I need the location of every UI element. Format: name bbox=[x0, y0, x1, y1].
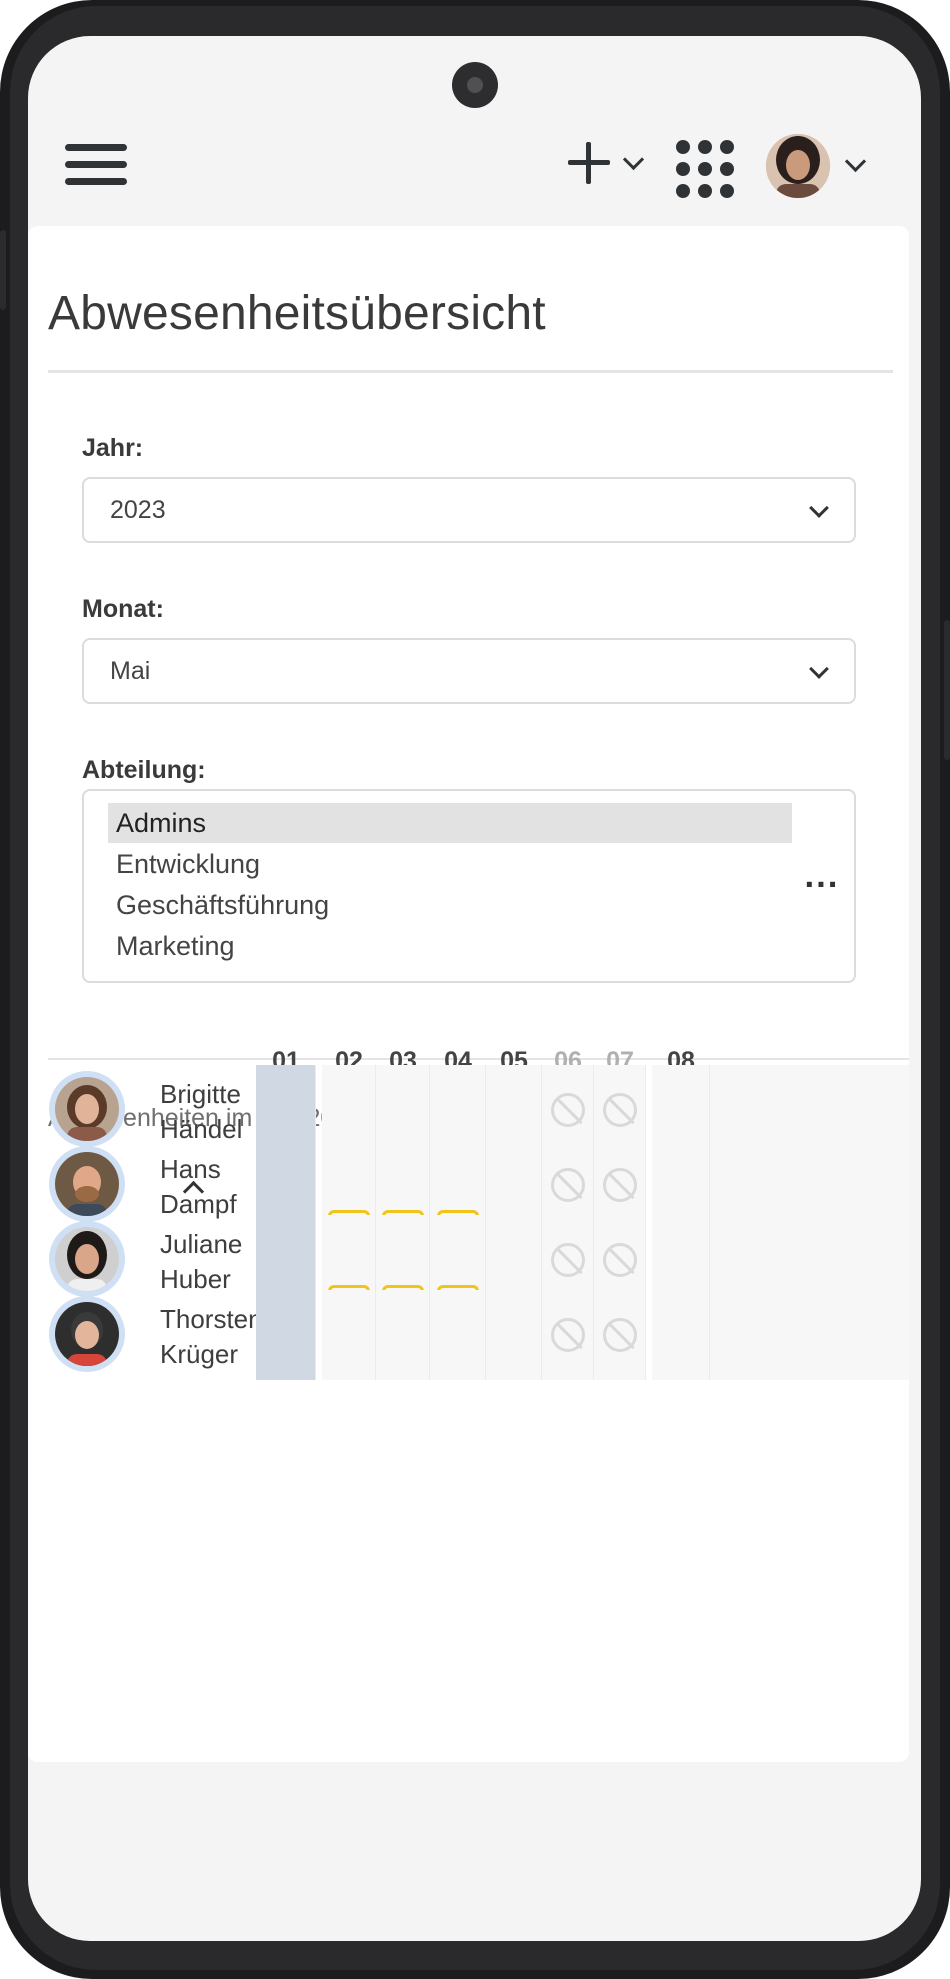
divider bbox=[48, 370, 893, 373]
chevron-down-icon bbox=[809, 498, 829, 518]
department-listbox[interactable]: Admins Entwicklung Geschäftsführung Mark… bbox=[82, 789, 856, 983]
grid-icon[interactable] bbox=[676, 140, 734, 198]
employee-name[interactable]: Thorsten Krüger bbox=[160, 1302, 263, 1372]
more-icon: ... bbox=[804, 861, 839, 894]
day-cell[interactable] bbox=[542, 1290, 594, 1380]
first-name: Juliane bbox=[160, 1229, 243, 1259]
first-name: Thorsten bbox=[160, 1304, 263, 1334]
month-label: Monat: bbox=[82, 595, 164, 623]
avatar[interactable] bbox=[49, 1221, 125, 1297]
year-select-value: 2023 bbox=[110, 496, 166, 524]
plus-icon[interactable] bbox=[568, 142, 610, 184]
employee-name[interactable]: Hans Dampf bbox=[160, 1152, 237, 1222]
department-option[interactable]: Admins bbox=[108, 803, 792, 843]
phone-side-button bbox=[944, 620, 950, 760]
chevron-down-icon[interactable] bbox=[622, 148, 645, 171]
not-allowed-icon bbox=[551, 1318, 585, 1352]
screen: Abwesenheitsübersicht Jahr: 2023 Monat: … bbox=[28, 36, 921, 1941]
day-cell[interactable] bbox=[652, 1290, 710, 1380]
phone-frame: Abwesenheitsübersicht Jahr: 2023 Monat: … bbox=[0, 0, 950, 1979]
avatar[interactable] bbox=[49, 1146, 125, 1222]
not-allowed-icon bbox=[603, 1243, 637, 1277]
chevron-down-icon[interactable] bbox=[844, 150, 867, 173]
day-cell[interactable] bbox=[376, 1290, 430, 1380]
month-select-value: Mai bbox=[110, 657, 151, 685]
not-allowed-icon bbox=[551, 1093, 585, 1127]
table-row: Thorsten Krüger bbox=[28, 1290, 909, 1380]
avatar[interactable] bbox=[49, 1071, 125, 1147]
first-name: Hans bbox=[160, 1154, 221, 1184]
first-name: Brigitte bbox=[160, 1079, 241, 1109]
front-camera bbox=[452, 62, 498, 108]
page-title: Abwesenheitsübersicht bbox=[48, 287, 546, 340]
month-select[interactable]: Mai bbox=[82, 638, 856, 704]
day-cell[interactable] bbox=[430, 1290, 486, 1380]
avatar[interactable] bbox=[49, 1296, 125, 1372]
day-cell[interactable] bbox=[486, 1290, 542, 1380]
phone-side-button bbox=[0, 230, 6, 310]
department-option[interactable]: Entwicklung bbox=[108, 844, 792, 884]
not-allowed-icon bbox=[603, 1318, 637, 1352]
not-allowed-icon bbox=[551, 1168, 585, 1202]
day-cell[interactable] bbox=[256, 1290, 316, 1380]
not-allowed-icon bbox=[551, 1243, 585, 1277]
chevron-down-icon bbox=[809, 659, 829, 679]
department-option[interactable]: Marketing bbox=[108, 926, 792, 966]
not-allowed-icon bbox=[603, 1093, 637, 1127]
day-cell[interactable] bbox=[594, 1290, 646, 1380]
employee-name[interactable]: Juliane Huber bbox=[160, 1227, 242, 1297]
user-avatar[interactable] bbox=[766, 134, 830, 198]
department-label: Abteilung: bbox=[82, 756, 206, 784]
department-option[interactable]: Geschäftsführung bbox=[108, 885, 792, 925]
year-select[interactable]: 2023 bbox=[82, 477, 856, 543]
day-cell[interactable] bbox=[710, 1290, 909, 1380]
content-card: Abwesenheitsübersicht Jahr: 2023 Monat: … bbox=[28, 226, 909, 1762]
hamburger-icon[interactable] bbox=[65, 144, 129, 186]
employee-name[interactable]: Brigitte Händel bbox=[160, 1077, 242, 1147]
not-allowed-icon bbox=[603, 1168, 637, 1202]
day-cell[interactable] bbox=[322, 1290, 376, 1380]
last-name: Krüger bbox=[160, 1339, 239, 1369]
year-label: Jahr: bbox=[82, 434, 144, 462]
